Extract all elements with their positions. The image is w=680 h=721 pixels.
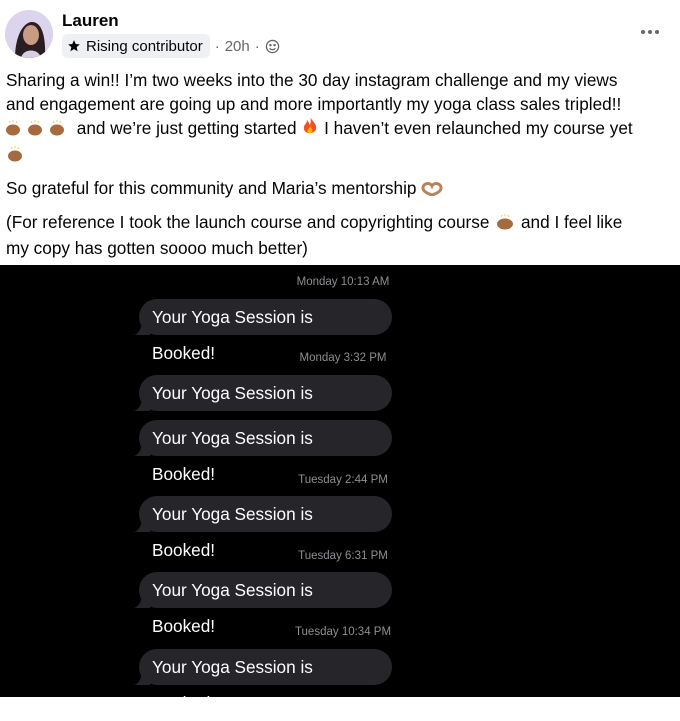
more-options-icon (641, 30, 659, 34)
separator: · (254, 37, 260, 55)
message-bubble: Your Yoga Session is Booked! (134, 496, 392, 560)
post-time[interactable]: 20h (225, 38, 250, 55)
message-bubble: Your Yoga Session is Booked! (134, 649, 392, 713)
message-bubble: Your Yoga Session is Booked! (134, 375, 392, 439)
message-bubble: Your Yoga Session is Booked! (134, 420, 392, 484)
messages-screenshot[interactable]: Monday 10:13 AM Your Yoga Session is Boo… (0, 265, 680, 713)
heart-hands-emoji (421, 178, 443, 202)
badge-label: Rising contributor (86, 37, 203, 55)
post-meta: Rising contributor · 20h · (62, 34, 280, 58)
message-text: Your Yoga Session is Booked! (152, 657, 313, 713)
raised-hands-emoji (6, 144, 24, 168)
post-header: Lauren Rising contributor · 20h · (0, 0, 680, 70)
post-paragraph-1: Sharing a win!! I’m two weeks into the 3… (6, 68, 674, 168)
fire-emoji (301, 116, 319, 142)
raised-hands-emoji (6, 118, 72, 142)
message-timestamp: Monday 3:32 PM (299, 352, 387, 364)
more-options-button[interactable] (640, 22, 660, 40)
contributor-badge[interactable]: Rising contributor (62, 34, 210, 58)
raised-hands-emoji (494, 212, 516, 236)
post-paragraph-2: So grateful for this community and Maria… (6, 176, 674, 202)
post-paragraph-3: (For reference I took the launch course … (6, 212, 623, 258)
message-timestamp: Monday 10:13 AM (296, 276, 390, 288)
message-timestamp: Tuesday 6:31 PM (298, 550, 388, 562)
message-bubble: Your Yoga Session is Booked! (134, 572, 392, 636)
message-timestamp: Tuesday 10:34 PM (294, 626, 392, 638)
author-name[interactable]: Lauren (62, 11, 119, 31)
message-bubble: Your Yoga Session is Booked! (134, 299, 392, 363)
post-body: Sharing a win!! I’m two weeks into the 3… (6, 68, 674, 260)
star-icon (68, 40, 80, 52)
avatar[interactable] (5, 10, 53, 58)
privacy-globe-icon[interactable] (265, 39, 280, 54)
separator: · (214, 37, 220, 55)
message-timestamp: Tuesday 2:44 PM (298, 474, 388, 486)
